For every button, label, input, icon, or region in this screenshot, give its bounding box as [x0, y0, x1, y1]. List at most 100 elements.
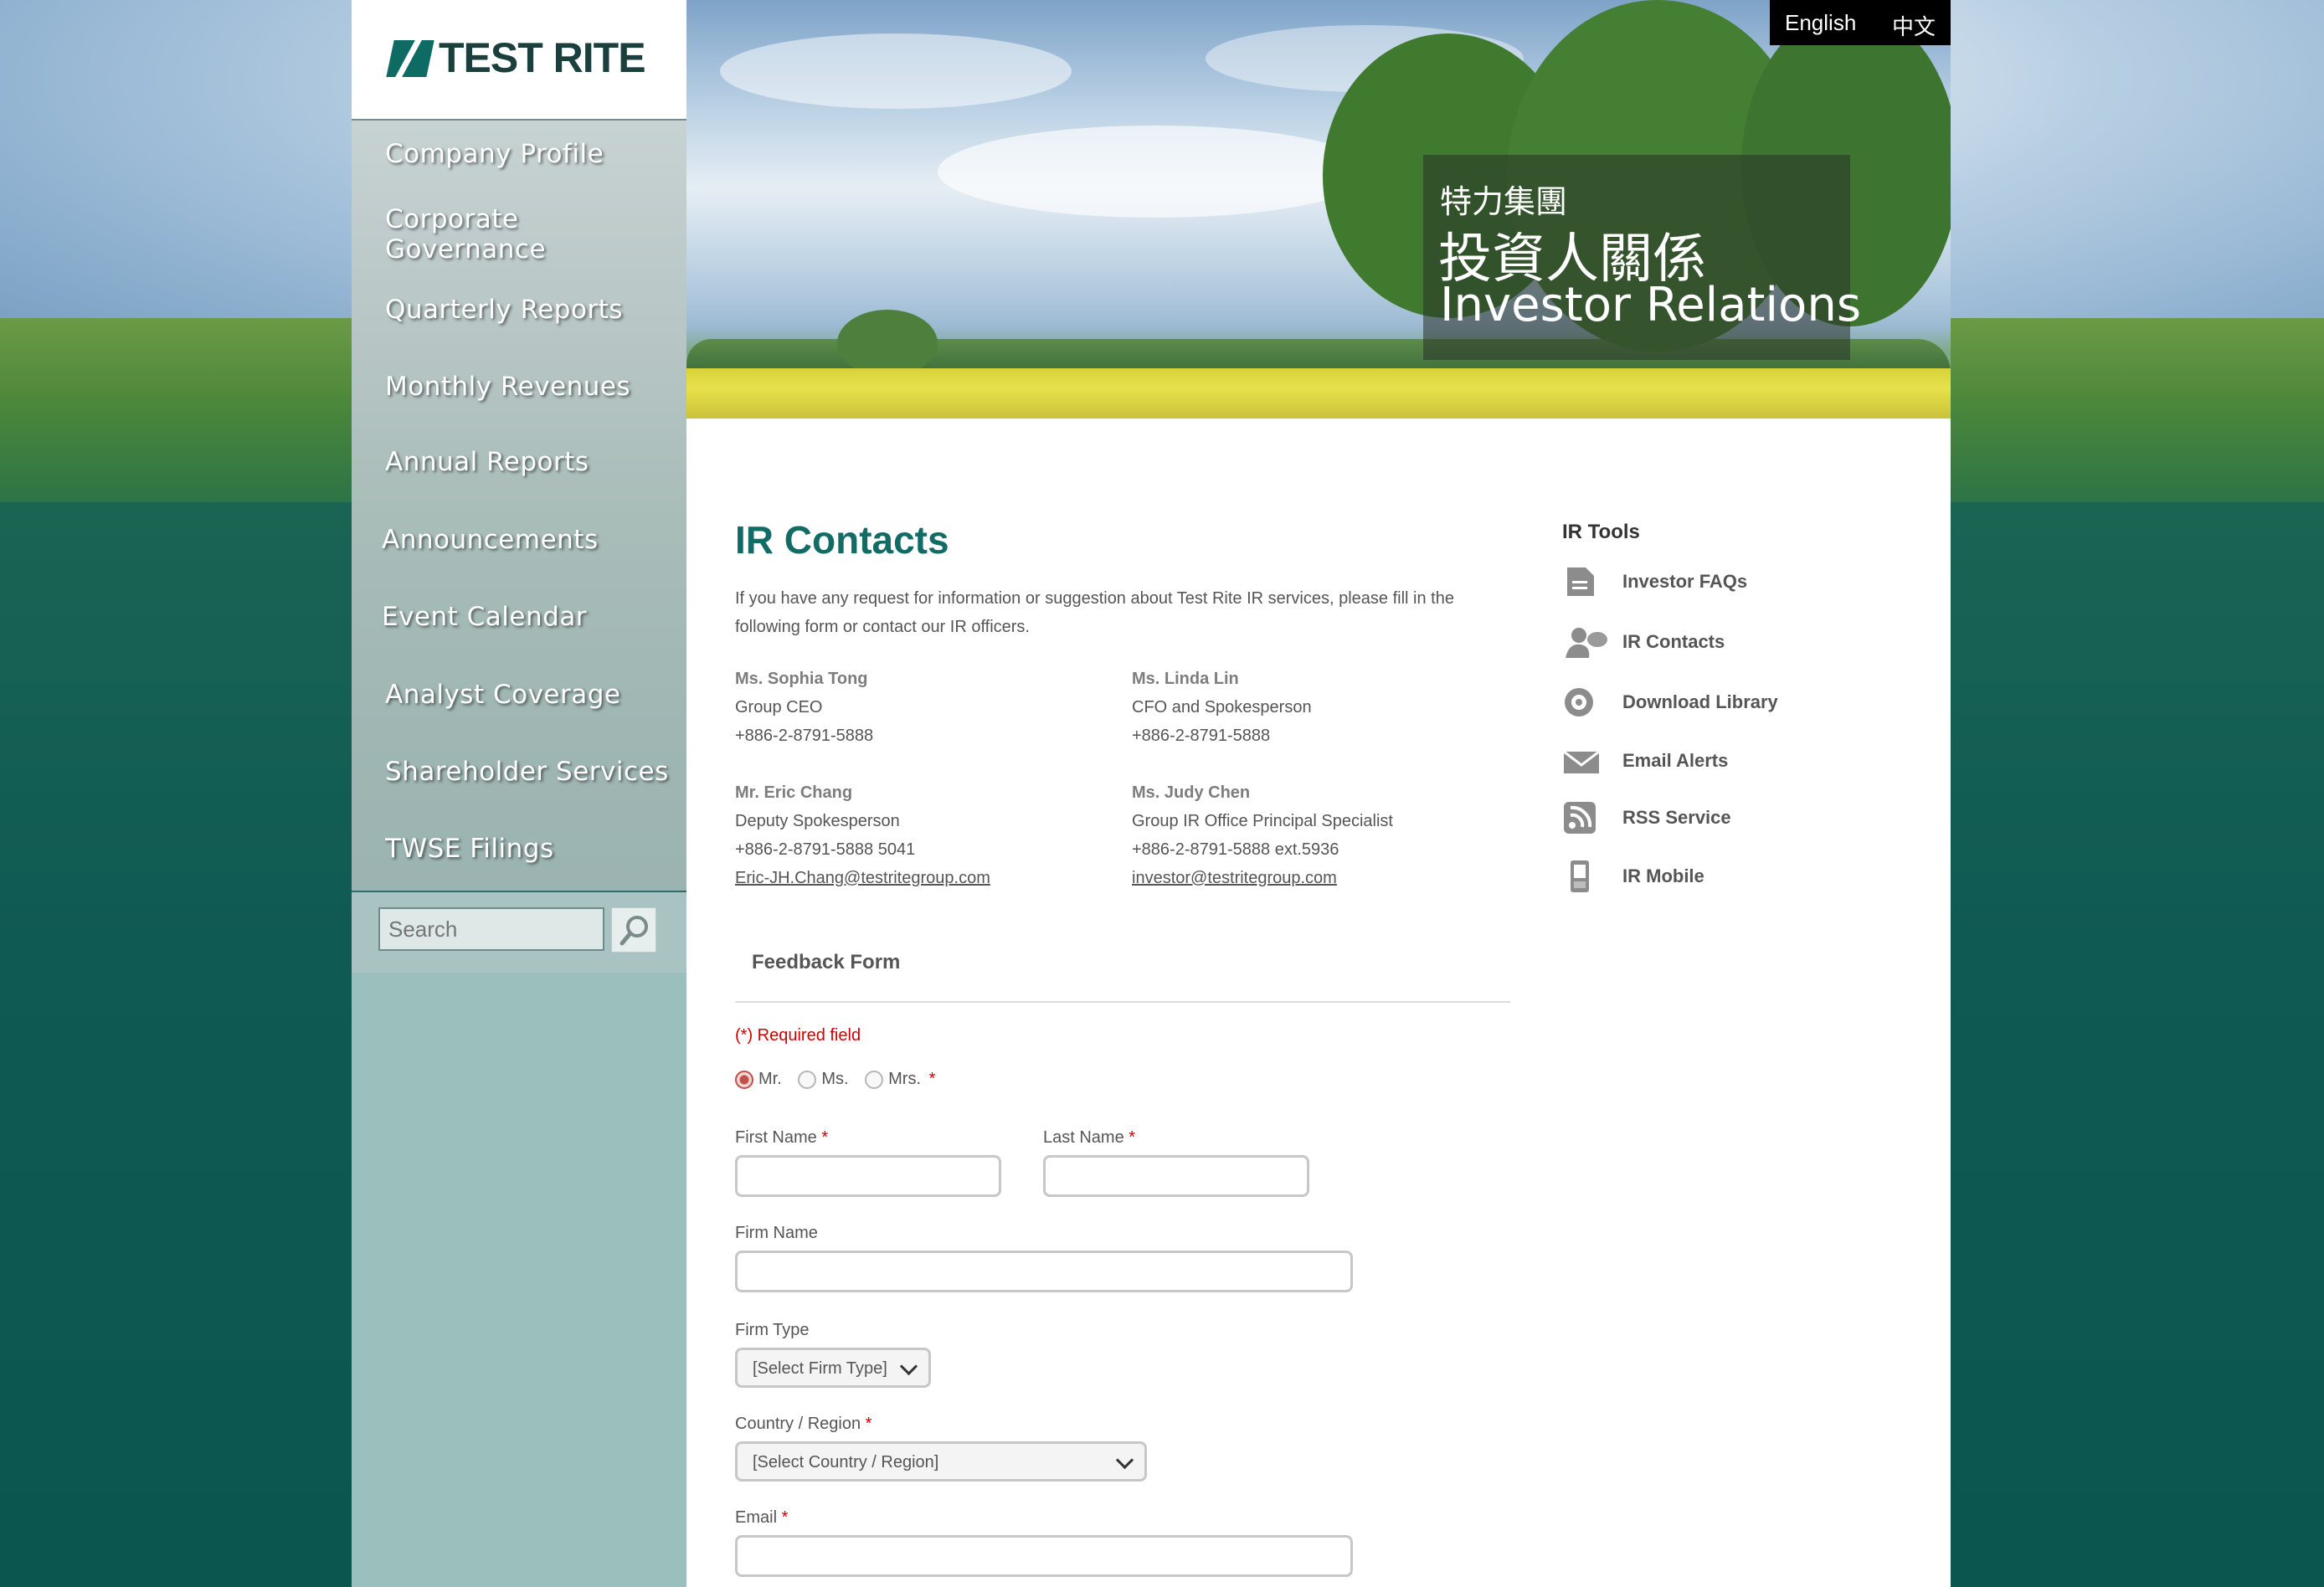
logo-mark-icon: [386, 40, 434, 77]
header-banner: 特力集團 投資人關係 Investor Relations: [686, 0, 1951, 419]
logo-text: TEST RITE: [439, 34, 646, 81]
contact-card: Ms. Judy Chen Group IR Office Principal …: [1132, 778, 1393, 892]
tool-label: Email Alerts: [1622, 750, 1729, 771]
tool-label: Download Library: [1622, 691, 1778, 712]
country-region-select[interactable]: [Select Country / Region]: [735, 1441, 1147, 1482]
nav-item-annual-reports[interactable]: Annual Reports: [385, 447, 670, 477]
document-icon: [1567, 568, 1594, 596]
tool-label: RSS Service: [1622, 807, 1731, 828]
nav-item-shareholder-services[interactable]: Shareholder Services: [385, 757, 670, 787]
firm-type-select[interactable]: [Select Firm Type]: [735, 1348, 931, 1388]
nav-item-announcements[interactable]: Announcements: [382, 525, 666, 555]
magnifier-icon: [620, 916, 648, 946]
contact-email-link[interactable]: Eric-JH.Chang@testritegroup.com: [735, 869, 990, 887]
radio-label: Mrs.: [888, 1070, 922, 1089]
firm-name-label: Firm Name: [735, 1224, 818, 1242]
sidebar-nav: Company Profile Corporate Governance Qua…: [352, 121, 686, 892]
contact-card: Mr. Eric Chang Deputy Spokesperson +886-…: [735, 778, 990, 892]
required-asterisk: *: [865, 1415, 872, 1433]
tool-label: Investor FAQs: [1622, 571, 1748, 592]
search-button[interactable]: [611, 907, 656, 953]
chevron-down-icon: [899, 1357, 918, 1376]
radio-mr[interactable]: [735, 1070, 753, 1089]
nav-item-twse-filings[interactable]: TWSE Filings: [385, 834, 670, 864]
contact-name: Ms. Sophia Tong: [735, 670, 868, 688]
required-asterisk: *: [1129, 1128, 1136, 1147]
ir-tools-title: IR Tools: [1562, 521, 1640, 543]
cloud-shape: [938, 126, 1373, 218]
nav-item-company-profile[interactable]: Company Profile: [385, 139, 670, 169]
required-asterisk: *: [781, 1508, 789, 1527]
firm-name-field[interactable]: [735, 1251, 1353, 1292]
required-asterisk: *: [928, 1070, 936, 1088]
email-field[interactable]: [735, 1535, 1353, 1577]
select-value: [Select Country / Region]: [753, 1453, 939, 1471]
required-asterisk: *: [821, 1128, 829, 1147]
cloud-shape: [720, 33, 1072, 109]
nav-item-quarterly-reports[interactable]: Quarterly Reports: [385, 295, 670, 325]
last-name-field[interactable]: [1043, 1155, 1309, 1197]
contact-card: Ms. Linda Lin CFO and Spokesperson +886-…: [1132, 665, 1312, 750]
rss-icon: [1564, 802, 1596, 834]
contact-role: Group IR Office Principal Specialist: [1132, 812, 1393, 830]
download-library-icon: [1565, 688, 1593, 716]
language-switcher: English 中文: [1770, 0, 1951, 45]
mobile-phone-icon: [1571, 860, 1589, 892]
contact-role: CFO and Spokesperson: [1132, 698, 1312, 716]
contact-name: Ms. Linda Lin: [1132, 670, 1239, 688]
radio-label: Ms.: [821, 1070, 849, 1089]
chevron-down-icon: [1115, 1451, 1134, 1470]
page-title: IR Contacts: [735, 518, 949, 562]
contact-role: Group CEO: [735, 698, 823, 716]
radio-label: Mr.: [758, 1070, 782, 1089]
tool-label: IR Mobile: [1622, 865, 1704, 886]
sidebar: TEST RITE Company Profile Corporate Gove…: [352, 0, 686, 1587]
contact-name: Ms. Judy Chen: [1132, 783, 1251, 802]
salutation-radio-group: Mr. Ms. Mrs. *: [735, 1070, 935, 1089]
required-field-note: (*) Required field: [735, 1026, 861, 1045]
contact-role: Deputy Spokesperson: [735, 812, 900, 830]
intro-line: following form or contact our IR officer…: [735, 618, 1030, 636]
divider: [735, 1001, 1510, 1003]
first-name-label: First Name *: [735, 1128, 828, 1148]
radio-mrs[interactable]: [865, 1070, 884, 1089]
label-text: Email: [735, 1508, 778, 1527]
label-text: Last Name: [1043, 1128, 1124, 1147]
contacts-icon: [1566, 628, 1607, 658]
email-label: Email *: [735, 1508, 788, 1528]
banner-subtitle-cn: 特力集團: [1440, 183, 1568, 220]
main-content: IR Contacts If you have any request for …: [686, 419, 1951, 1587]
contact-phone: +886-2-8791-5888: [735, 727, 874, 745]
select-value: [Select Firm Type]: [753, 1359, 887, 1378]
tree-shape: [837, 310, 938, 377]
nav-item-event-calendar[interactable]: Event Calendar: [382, 602, 666, 632]
contact-card: Ms. Sophia Tong Group CEO +886-2-8791-58…: [735, 665, 873, 750]
tool-label: IR Contacts: [1622, 631, 1725, 652]
feedback-form-title: Feedback Form: [752, 951, 901, 973]
label-text: Country / Region: [735, 1415, 861, 1433]
contact-phone: +886-2-8791-5888 5041: [735, 840, 916, 859]
radio-ms[interactable]: [798, 1070, 817, 1089]
label-text: First Name: [735, 1128, 817, 1147]
search-input[interactable]: [378, 907, 604, 951]
language-chinese-link[interactable]: 中文: [1892, 10, 1936, 41]
contact-name: Mr. Eric Chang: [735, 783, 853, 802]
nav-item-monthly-revenues[interactable]: Monthly Revenues: [385, 372, 670, 402]
nav-item-analyst-coverage[interactable]: Analyst Coverage: [385, 680, 670, 710]
contact-email-link[interactable]: investor@testritegroup.com: [1132, 869, 1337, 887]
last-name-label: Last Name *: [1043, 1128, 1135, 1148]
search-area: [352, 892, 686, 973]
language-english-link[interactable]: English: [1785, 10, 1856, 36]
banner-title-en: Investor Relations: [1440, 278, 1861, 332]
envelope-icon: [1563, 750, 1600, 773]
contact-phone: +886-2-8791-5888: [1132, 727, 1271, 745]
firm-type-label: Firm Type: [735, 1321, 810, 1339]
intro-line: If you have any request for information …: [735, 589, 1454, 608]
intro-text: If you have any request for information …: [735, 584, 1488, 641]
logo[interactable]: TEST RITE: [352, 0, 686, 121]
contact-phone: +886-2-8791-5888 ext.5936: [1132, 840, 1339, 859]
nav-item-corporate-governance[interactable]: Corporate Governance: [385, 204, 670, 264]
rapeseed-field: [686, 368, 1951, 419]
country-region-label: Country / Region *: [735, 1415, 872, 1434]
first-name-field[interactable]: [735, 1155, 1001, 1197]
